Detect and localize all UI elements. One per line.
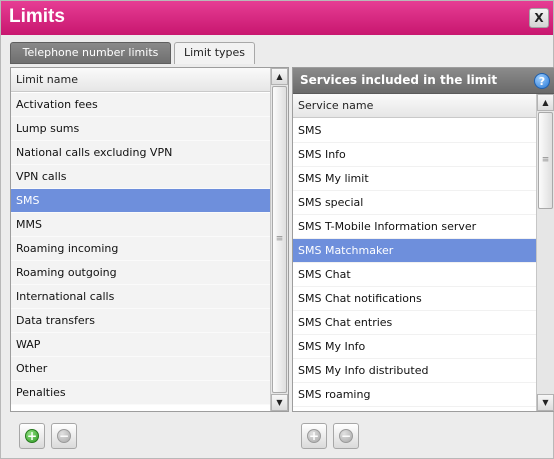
title-bar: Limits X	[1, 1, 553, 35]
scroll-up-arrow-icon[interactable]: ▲	[537, 94, 554, 111]
tab-telephone-number-limits[interactable]: Telephone number limits	[10, 42, 171, 64]
services-list-scrollbar[interactable]: ▲ ≡ ▼	[536, 94, 554, 411]
service-list-item[interactable]: SMS My limit	[293, 167, 537, 191]
help-icon[interactable]: ?	[534, 73, 550, 89]
service-list-item[interactable]: SMS roaming	[293, 383, 537, 407]
scrollbar-thumb[interactable]: ≡	[538, 112, 553, 209]
scroll-up-arrow-icon[interactable]: ▲	[271, 68, 288, 85]
add-service-button[interactable]: +	[301, 423, 327, 449]
add-limit-button[interactable]: +	[19, 423, 45, 449]
service-name-column-header[interactable]: Service name	[293, 94, 537, 118]
remove-limit-button[interactable]: −	[51, 423, 77, 449]
limit-list-item[interactable]: Activation fees	[11, 93, 271, 117]
limit-list-item[interactable]: Data transfers	[11, 309, 271, 333]
plus-circle-icon: +	[25, 429, 39, 443]
limit-list-item[interactable]: National calls excluding VPN	[11, 141, 271, 165]
service-list-item[interactable]: SMS Chat entries	[293, 311, 537, 335]
window-title: Limits	[9, 6, 65, 27]
limit-name-list-panel: Limit name Activation fees Lump sums Natio…	[10, 67, 289, 412]
service-list-item[interactable]: SMS Info	[293, 143, 537, 167]
limit-list-item[interactable]: International calls	[11, 285, 271, 309]
service-list-item[interactable]: SMS Matchmaker	[293, 239, 537, 263]
limit-name-column-header[interactable]: Limit name	[11, 68, 271, 92]
close-button[interactable]: X	[529, 8, 549, 28]
limit-list-item[interactable]: Penalties	[11, 381, 271, 405]
limit-list-item[interactable]: Roaming incoming	[11, 237, 271, 261]
scroll-down-arrow-icon[interactable]: ▼	[537, 394, 554, 411]
limit-actions-footer: + −	[10, 414, 289, 458]
limit-list-scrollbar[interactable]: ▲ ≡ ▼	[270, 68, 288, 411]
limit-name-list: Activation fees Lump sums National calls e…	[11, 93, 271, 405]
services-panel: Services included in the limit ? Service…	[292, 67, 554, 412]
limits-window: Limits X Telephone number limits Limit t…	[0, 0, 554, 459]
limit-list-item[interactable]: WAP	[11, 333, 271, 357]
service-list-item[interactable]: SMS Chat	[293, 263, 537, 287]
remove-service-button[interactable]: −	[333, 423, 359, 449]
limit-list-item[interactable]: SMS	[11, 189, 271, 213]
scrollbar-thumb[interactable]: ≡	[272, 86, 287, 393]
limit-list-item[interactable]: MMS	[11, 213, 271, 237]
limit-list-item[interactable]: Lump sums	[11, 117, 271, 141]
service-list-item[interactable]: SMS My Info	[293, 335, 537, 359]
tab-limit-types[interactable]: Limit types	[174, 42, 255, 64]
scroll-down-arrow-icon[interactable]: ▼	[271, 394, 288, 411]
limit-list-item[interactable]: Other	[11, 357, 271, 381]
service-list-item[interactable]: SMS	[293, 119, 537, 143]
service-name-list: SMS SMS Info SMS My limit SMS special SMS T-…	[293, 119, 537, 407]
services-section-header: Services included in the limit ?	[293, 68, 554, 94]
service-list-item[interactable]: SMS My Info distributed	[293, 359, 537, 383]
service-list-item[interactable]: SMS Chat notifications	[293, 287, 537, 311]
services-section-title: Services included in the limit	[300, 73, 498, 87]
service-list-item[interactable]: SMS T-Mobile Information server	[293, 215, 537, 239]
minus-circle-icon: −	[57, 429, 71, 443]
minus-circle-icon: −	[339, 429, 353, 443]
plus-circle-icon: +	[307, 429, 321, 443]
service-list-item[interactable]: SMS special	[293, 191, 537, 215]
limit-list-item[interactable]: Roaming outgoing	[11, 261, 271, 285]
limit-list-item[interactable]: VPN calls	[11, 165, 271, 189]
service-actions-footer: + −	[292, 414, 554, 458]
